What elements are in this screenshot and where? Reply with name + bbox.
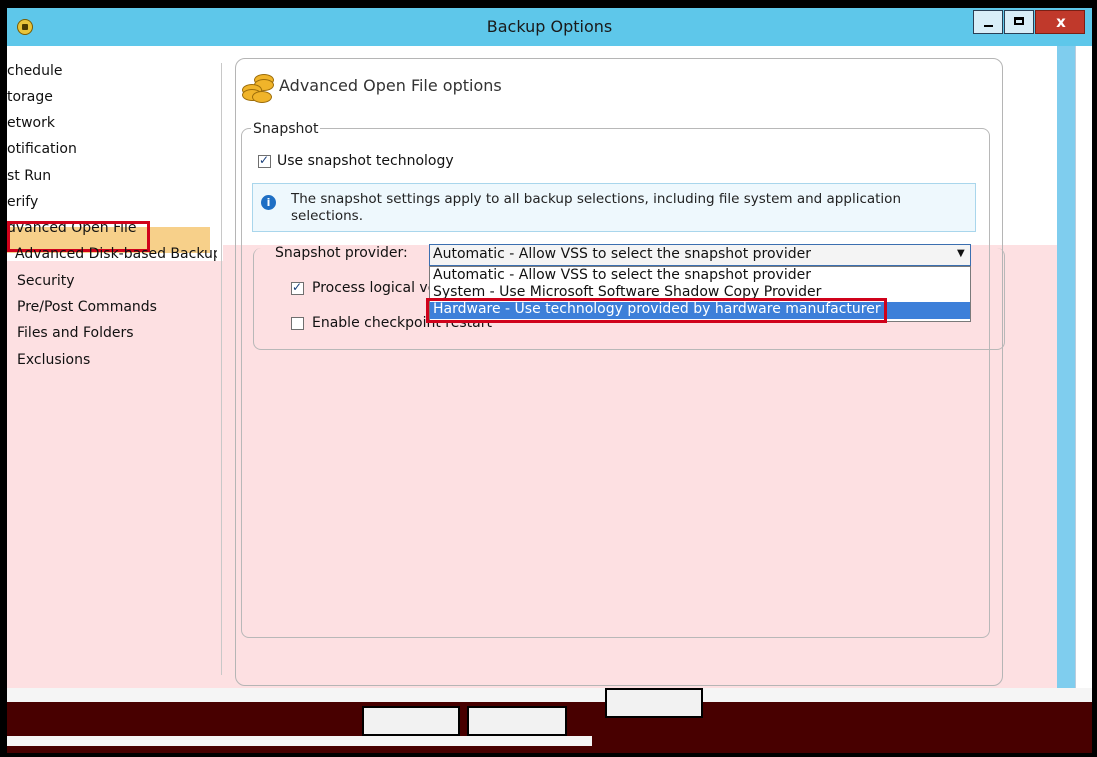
footer-bottom-strip <box>7 736 592 746</box>
nav-item-notification[interactable]: otification <box>7 136 222 162</box>
snapshot-group-label: Snapshot <box>251 121 321 137</box>
use-snapshot-checkbox[interactable] <box>258 153 271 168</box>
use-snapshot-label[interactable]: Use snapshot technology <box>277 153 454 169</box>
nav-item-advanced-disk-based-backup[interactable]: Advanced Disk-based Backup <box>15 241 230 267</box>
nav-item-network[interactable]: etwork <box>7 110 222 136</box>
backup-options-window: Backup Options x chedule torage etwork o… <box>7 8 1092 753</box>
close-button[interactable]: x <box>1035 10 1085 34</box>
right-divider <box>1075 46 1076 688</box>
maximize-button[interactable] <box>1004 10 1034 34</box>
minimize-button[interactable] <box>973 10 1003 34</box>
nav-item-security[interactable]: Security <box>17 268 232 294</box>
dropdown-highlight-box <box>426 298 887 323</box>
nav-item-verify[interactable]: erify <box>7 189 222 215</box>
ok-button[interactable] <box>362 706 460 736</box>
window-title: Backup Options <box>486 17 613 36</box>
nav-item-storage[interactable]: torage <box>7 84 222 110</box>
snapshot-provider-label: Snapshot provider: <box>275 245 408 261</box>
dropdown-option-automatic[interactable]: Automatic - Allow VSS to select the snap… <box>433 267 811 283</box>
nav-item-schedule[interactable]: chedule <box>7 58 222 84</box>
chevron-down-icon[interactable]: ▼ <box>957 248 965 259</box>
nav-item-files-and-folders[interactable]: Files and Folders <box>17 320 232 346</box>
panel-title: Advanced Open File options <box>279 76 502 95</box>
snapshot-provider-value: Automatic - Allow VSS to select the snap… <box>433 246 811 262</box>
nav-divider <box>221 63 222 675</box>
info-icon: i <box>261 195 276 210</box>
nav-item-pre-post-commands[interactable]: Pre/Post Commands <box>17 294 232 320</box>
process-logical-volumes-checkbox[interactable] <box>291 280 304 295</box>
footer-strip <box>7 688 1092 702</box>
coins-icon <box>240 72 274 103</box>
enable-checkpoint-restart-checkbox[interactable] <box>291 317 304 330</box>
nav-item-test-run[interactable]: st Run <box>7 163 222 189</box>
close-icon: x <box>1056 13 1066 31</box>
process-logical-volumes-label[interactable]: Process logical vo <box>312 280 436 296</box>
help-button[interactable] <box>605 688 703 718</box>
cancel-button[interactable] <box>467 706 567 736</box>
nav-item-exclusions[interactable]: Exclusions <box>17 347 232 373</box>
scrollbar[interactable] <box>1057 46 1075 688</box>
info-text: The snapshot settings apply to all backu… <box>291 191 901 224</box>
